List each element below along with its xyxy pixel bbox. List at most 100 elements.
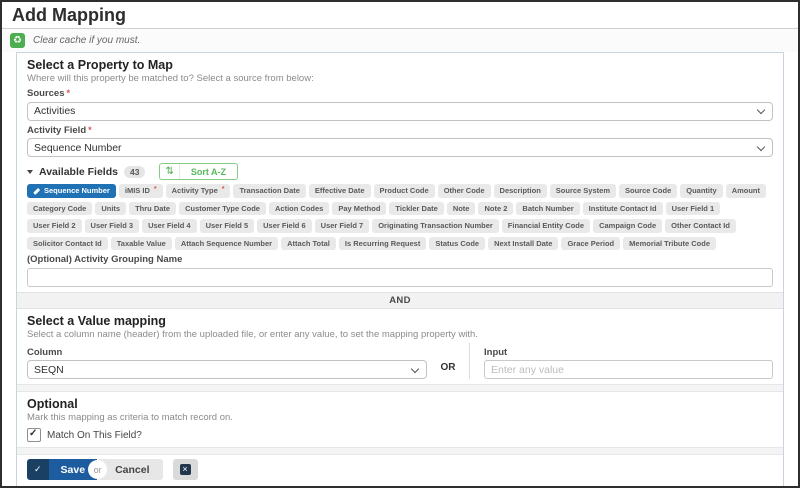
- save-button[interactable]: Save: [27, 459, 98, 480]
- sources-select[interactable]: Activities: [27, 101, 773, 121]
- required-asterisk: *: [88, 124, 92, 135]
- field-chip-label: Amount: [731, 186, 761, 195]
- field-chip[interactable]: Campaign Code: [593, 219, 663, 233]
- property-section: Select a Property to Map Where will this…: [17, 53, 783, 292]
- match-checkbox-row: Match On This Field?: [27, 428, 773, 442]
- field-chip[interactable]: Customer Type Code: [179, 201, 266, 215]
- field-chip[interactable]: Note 2: [478, 201, 514, 215]
- field-chip[interactable]: Taxable Value: [110, 236, 172, 250]
- field-chip[interactable]: Originating Transaction Number: [372, 219, 499, 233]
- field-chip[interactable]: Status Code: [429, 236, 486, 250]
- property-section-heading: Select a Property to Map: [27, 58, 173, 72]
- column-select[interactable]: SEQN: [27, 360, 427, 379]
- field-chip[interactable]: User Field 4: [142, 219, 197, 233]
- add-mapping-page: Add Mapping Clear cache if you must. Sel…: [0, 0, 800, 488]
- field-chip[interactable]: Batch Number: [516, 201, 580, 215]
- field-chip[interactable]: Sequence Number: [27, 184, 116, 198]
- value-mapping-row: Column SEQN OR Input: [27, 342, 773, 379]
- value-input[interactable]: [484, 360, 773, 379]
- optional-section-subheading: Mark this mapping as criteria to match r…: [27, 412, 233, 423]
- available-fields-count-badge: 43: [123, 165, 146, 178]
- field-chip[interactable]: Tickler Date: [389, 201, 444, 215]
- match-checkbox-label: Match On This Field?: [47, 429, 142, 441]
- field-chip[interactable]: Activity Type *: [165, 184, 231, 198]
- property-section-subheading: Where will this property be matched to? …: [27, 73, 314, 84]
- page-header: Add Mapping: [2, 2, 798, 29]
- field-chip-label: Institute Contact Id: [588, 203, 657, 213]
- field-chip-label: Other Code: [443, 186, 485, 195]
- field-chip-label: Sequence Number: [44, 186, 110, 195]
- field-chip[interactable]: Source Code: [619, 184, 678, 198]
- field-chip[interactable]: Memorial Tribute Code: [623, 236, 717, 250]
- field-chip[interactable]: User Field 7: [314, 219, 370, 233]
- field-chip[interactable]: Attach Sequence Number: [174, 236, 279, 250]
- field-chip[interactable]: User Field 2: [27, 219, 82, 233]
- mapping-form-panel: Select a Property to Map Where will this…: [16, 52, 784, 486]
- field-chip[interactable]: Category Code: [27, 201, 93, 215]
- field-chip-label: Attach Total: [287, 238, 330, 248]
- field-chip[interactable]: User Field 1: [665, 201, 721, 215]
- field-chip-label: Status Code: [435, 238, 480, 248]
- field-chip[interactable]: Product Code: [373, 184, 435, 198]
- field-chip[interactable]: Next Install Date: [488, 236, 559, 250]
- delete-mapping-button[interactable]: [172, 459, 198, 480]
- match-checkbox[interactable]: [27, 428, 41, 442]
- field-chip[interactable]: Solicitor Contact Id: [27, 236, 108, 250]
- required-asterisk: *: [221, 186, 225, 193]
- field-chip-label: Effective Date: [314, 186, 365, 195]
- section-divider: [17, 384, 783, 392]
- field-chip[interactable]: Attach Total: [281, 236, 336, 250]
- field-chip-label: Quantity: [686, 186, 717, 195]
- field-chip[interactable]: User Field 3: [84, 219, 140, 233]
- field-chip[interactable]: User Field 5: [199, 219, 255, 233]
- field-chip[interactable]: Amount: [725, 184, 767, 198]
- value-section-heading: Select a Value mapping: [27, 313, 166, 328]
- value-section-subheading: Select a column name (header) from the u…: [27, 328, 478, 340]
- field-chip[interactable]: Other Code: [437, 184, 491, 198]
- field-chip-label: Financial Entity Code: [507, 221, 585, 230]
- recycle-icon[interactable]: [10, 33, 25, 48]
- field-chips: Sequence Number iMIS ID * Activity Type * Tra…: [27, 184, 773, 250]
- field-chip[interactable]: Institute Contact Id: [582, 201, 663, 215]
- activity-field-select[interactable]: Sequence Number: [27, 138, 773, 157]
- field-chip-label: Grace Period: [567, 238, 615, 248]
- activity-grouping-input[interactable]: [27, 267, 773, 287]
- field-chip[interactable]: Thru Date: [129, 201, 177, 215]
- field-chip-label: Pay Method: [338, 203, 381, 213]
- field-chip[interactable]: Units: [95, 201, 127, 215]
- field-chip[interactable]: Grace Period: [561, 236, 621, 250]
- field-chip[interactable]: Financial Entity Code: [501, 219, 591, 233]
- field-chip[interactable]: Other Contact Id: [665, 219, 736, 233]
- activity-grouping-label: (Optional) Activity Grouping Name: [27, 254, 183, 265]
- field-chip-label: Note: [452, 203, 470, 213]
- field-chip[interactable]: Transaction Date: [233, 184, 306, 198]
- field-chip-label: Campaign Code: [599, 221, 657, 230]
- field-chip[interactable]: Description: [493, 184, 547, 198]
- field-chip-label: Activity Type: [171, 186, 218, 195]
- field-chip-label: User Field 7: [320, 221, 364, 230]
- available-fields-label: Available Fields: [39, 165, 118, 178]
- cancel-button[interactable]: Cancel: [98, 459, 163, 480]
- field-chip-label: Thru Date: [135, 203, 171, 213]
- optional-section-heading: Optional: [27, 397, 78, 411]
- or-separator: OR: [440, 361, 456, 373]
- sort-az-button[interactable]: Sort A-Z: [159, 163, 239, 180]
- field-chip[interactable]: Effective Date: [308, 184, 371, 198]
- actions-bar: Save or Cancel: [17, 455, 783, 486]
- field-chip-label: Originating Transaction Number: [378, 221, 493, 230]
- field-chip[interactable]: Note: [446, 201, 476, 215]
- required-asterisk: *: [153, 186, 157, 193]
- close-icon: [179, 464, 191, 475]
- field-chip-label: Description: [499, 186, 541, 195]
- field-chip[interactable]: Quantity: [680, 184, 723, 198]
- field-chip[interactable]: Pay Method: [332, 201, 387, 215]
- field-chip[interactable]: Source System: [549, 184, 616, 198]
- page-title: Add Mapping: [12, 5, 126, 25]
- check-icon: [27, 459, 49, 480]
- field-chip-label: Batch Number: [522, 203, 574, 213]
- field-chip[interactable]: iMIS ID *: [118, 184, 163, 198]
- field-chip[interactable]: Action Codes: [268, 201, 330, 215]
- field-chip[interactable]: Is Recurring Request: [338, 236, 427, 250]
- field-chip[interactable]: User Field 6: [257, 219, 312, 233]
- collapse-caret-icon[interactable]: [27, 169, 33, 174]
